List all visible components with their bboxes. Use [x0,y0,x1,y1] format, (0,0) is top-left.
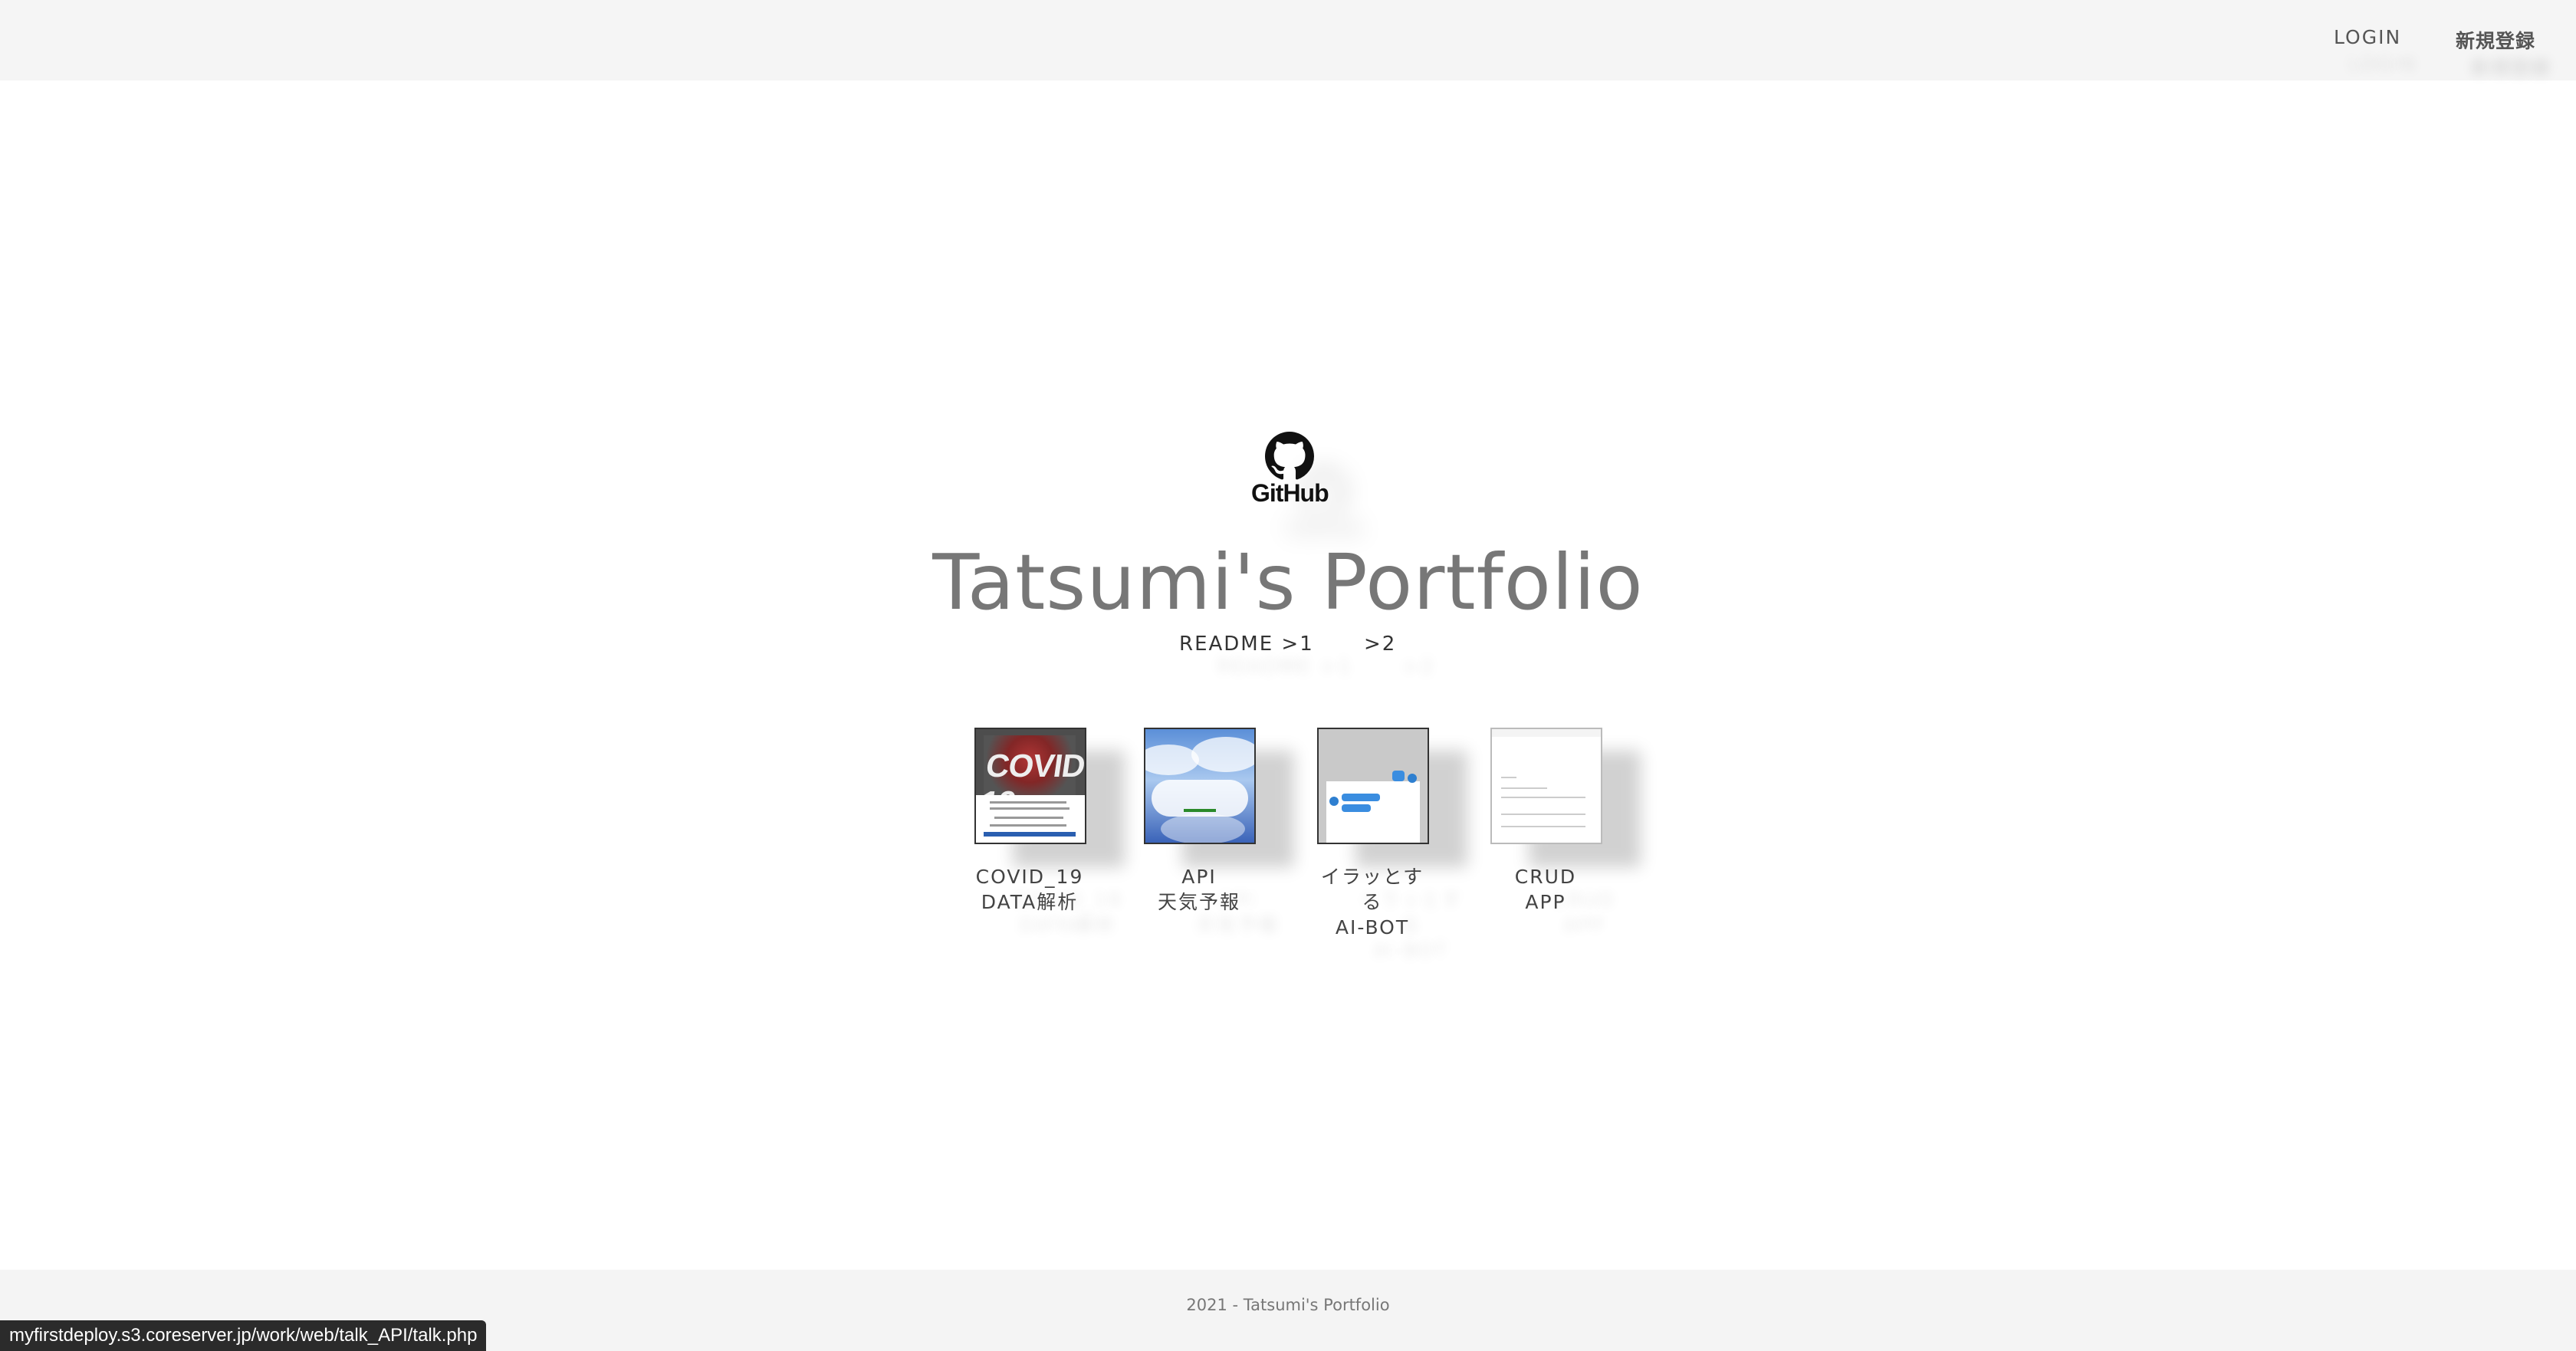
cloud-graphic [1145,745,1199,775]
link-preview-status-bar: myfirstdeploy.s3.coreserver.jp/work/web/… [0,1320,487,1351]
thumbnail-line [990,801,1066,804]
cloud-graphic [1161,814,1245,843]
footer-copyright: 2021 - Tatsumi's Portfolio [1186,1296,1390,1314]
project-label-line1: COVID_19 [975,866,1084,888]
thumbnail-page [976,795,1085,843]
chat-bubble [1342,804,1371,812]
project-label: COVID_19 DATA解析 [968,864,1091,915]
thumbnail-line [994,817,1063,819]
project-label: CRUD APP [1484,864,1607,915]
project-label-line1: CRUD [1514,866,1577,888]
chat-bubble [1342,794,1380,801]
chat-area [1326,771,1420,843]
covid-thumbnail: COVID-19 [974,728,1086,844]
page-title: Tatsumi's Portfolio [932,537,1644,627]
thumbnail-line [990,807,1070,810]
github-icon [1265,432,1314,480]
thumbnail-line [990,824,1066,827]
register-link[interactable]: 新規登録 [2456,26,2535,54]
project-card-crud[interactable]: CRUD APP [1484,728,1607,915]
form-line [1501,826,1585,827]
thumbnail-header [1492,729,1601,737]
cloud-graphic [1191,737,1254,772]
form-line [1501,797,1585,798]
thumbnail-bar [984,832,1076,837]
avatar-dot [1408,774,1417,783]
login-link[interactable]: LOGIN [2334,26,2401,48]
crud-thumbnail [1490,728,1602,844]
form-line [1501,814,1585,815]
readme-link-1[interactable]: README >1 [1179,633,1314,656]
github-logo-link[interactable]: GitHub [1251,432,1329,514]
readme-link-2[interactable]: >2 [1364,633,1396,656]
form-line [1501,787,1547,789]
avatar-dot [1329,797,1339,806]
weather-button-graphic [1184,809,1216,812]
project-label-line2: DATA解析 [981,891,1079,913]
project-label: API 天気予報 [1138,864,1260,915]
github-wordmark: GitHub [1251,479,1329,507]
project-card-covid[interactable]: COVID-19 COVID_19 DATA解析 [968,728,1091,915]
project-card-ai-bot[interactable]: イラッとする AI-BOT [1311,728,1434,940]
project-label-line2: APP [1525,891,1566,913]
project-label-line1: API [1181,866,1217,888]
ai-bot-thumbnail [1317,728,1429,844]
top-navbar: LOGIN 新規登録 [0,0,2576,81]
project-card-weather-api[interactable]: API 天気予報 [1138,728,1260,915]
project-label-line1: イラッとする [1320,866,1424,913]
project-label: イラッとする AI-BOT [1311,864,1434,940]
form-line [1501,777,1516,778]
project-label-line2: 天気予報 [1157,891,1240,913]
weather-thumbnail [1144,728,1256,844]
chat-bubble [1392,771,1405,781]
project-label-line2: AI-BOT [1335,916,1410,938]
